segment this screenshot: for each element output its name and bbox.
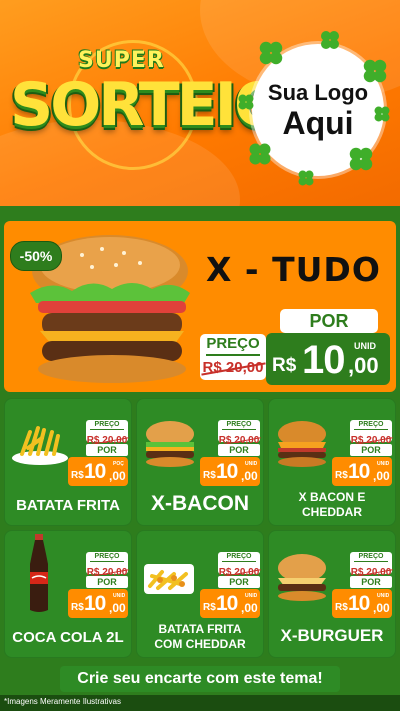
old-price-tag: PREÇO R$ 20,00	[350, 420, 392, 446]
unit-label: UNID	[113, 593, 126, 599]
header-stripe	[0, 206, 400, 214]
price-int: 10	[216, 592, 238, 615]
currency: R$	[272, 355, 297, 376]
price-box: R$ 10 UNID ,00	[332, 589, 392, 618]
product-name: X-BURGUER	[280, 626, 384, 645]
preco-label: PREÇO	[90, 552, 124, 562]
unit-label: UNID	[245, 593, 258, 599]
coke-bottle-image	[30, 534, 48, 612]
header-banner: SUPER SORTEIO Sua Logo Aqui	[0, 0, 400, 214]
cta-button[interactable]: Crie seu encarte com este tema!	[60, 666, 340, 692]
preco-label: PREÇO	[354, 420, 388, 430]
product-card-batata-frita[interactable]: PREÇO R$ 20,00 POR R$ 10 POÇ ,00 BATATA …	[4, 398, 132, 526]
product-card-batata-cheddar[interactable]: PREÇO R$ 20,00 POR R$ 10 UNID ,00 BATATA…	[136, 530, 264, 658]
clover-icon	[249, 143, 271, 165]
burger-image	[146, 421, 194, 467]
price-box: R$ 10 UNID ,00	[200, 457, 260, 486]
product-name: X BACON E CHEDDAR	[268, 490, 396, 520]
price-box: R$ 10 UNID ,00	[68, 589, 128, 618]
currency: R$	[335, 470, 348, 481]
product-name-line1: BATATA FRITA	[158, 622, 242, 636]
clover-icon	[349, 147, 373, 171]
preco-label: PREÇO	[354, 552, 388, 562]
footer-note: *Imagens Meramente Ilustrativas	[4, 697, 121, 706]
clover-icon	[238, 94, 254, 110]
old-price-tag: PREÇO R$ 20,00	[350, 552, 392, 578]
old-price: R$ 20,00	[202, 359, 264, 376]
unit-label: POÇ	[113, 461, 124, 467]
price-dec: ,00	[109, 601, 126, 615]
price-int: 10	[84, 460, 106, 483]
unit-label: UNID	[245, 461, 258, 467]
por-label: POR	[86, 444, 128, 456]
price-int: 10	[216, 460, 238, 483]
clover-icon	[259, 41, 283, 65]
currency: R$	[71, 602, 84, 613]
product-name: BATATA FRITA COM CHEDDAR	[136, 622, 264, 652]
price-int: 10	[348, 460, 370, 483]
price-dec: ,00	[373, 601, 390, 615]
por-label: POR	[350, 444, 392, 456]
price-box: R$ 10 UNID ,00	[332, 457, 392, 486]
price-dec: ,00	[241, 469, 258, 483]
fries-image	[12, 426, 68, 465]
unit-label: UNID	[377, 593, 390, 599]
por-label: POR	[218, 444, 260, 456]
product-name-line2: CHEDDAR	[302, 505, 362, 519]
clover-icon	[374, 106, 390, 122]
clover-icon	[363, 59, 387, 83]
currency: R$	[203, 602, 216, 613]
discount-badge: -50%	[10, 241, 62, 271]
price-dec: ,00	[348, 353, 379, 378]
clover-icon	[298, 170, 314, 186]
currency: R$	[203, 470, 216, 481]
unit-label: UNID	[377, 461, 390, 467]
product-name: COCA COLA 2L	[12, 629, 124, 646]
currency: R$	[335, 602, 348, 613]
preco-label: PREÇO	[222, 420, 256, 430]
product-card-x-burguer[interactable]: PREÇO R$ 20,00 POR R$ 10 UNID ,00 X-BURG…	[268, 530, 396, 658]
unit-label: UNID	[354, 341, 376, 351]
logo-line1: Sua Logo	[267, 80, 369, 105]
fries-cheddar-image	[144, 564, 194, 594]
price-dec: ,00	[241, 601, 258, 615]
price-dec: ,00	[109, 469, 126, 483]
old-price-tag: PREÇO R$ 20,00	[218, 552, 260, 578]
footer-bar: *Imagens Meramente Ilustrativas	[0, 695, 400, 711]
hero-price-box: R$ 10 UNID ,00	[266, 333, 390, 385]
clover-icon	[321, 31, 339, 49]
preco-label: PREÇO	[206, 334, 260, 356]
currency: R$	[71, 470, 84, 481]
hero-por-label: POR	[280, 309, 378, 333]
product-card-coca-cola[interactable]: PREÇO R$ 20,00 POR R$ 10 UNID ,00 COCA C…	[4, 530, 132, 658]
price-box: R$ 10 UNID ,00	[200, 589, 260, 618]
por-label: POR	[350, 576, 392, 588]
old-price-tag: PREÇO R$ 20,00	[86, 552, 128, 578]
por-label: POR	[86, 576, 128, 588]
preco-label: PREÇO	[90, 420, 124, 430]
product-name-line2: COM CHEDDAR	[154, 637, 246, 651]
burger-image	[278, 554, 326, 601]
product-card-x-bacon-cheddar[interactable]: PREÇO R$ 20,00 POR R$ 10 UNID ,00 X BACO…	[268, 398, 396, 526]
super-sorteio-logo: SUPER SORTEIO	[8, 40, 285, 170]
hero-title: X - TUDO	[206, 250, 381, 289]
price-int: 10	[84, 592, 106, 615]
price-box: R$ 10 POÇ ,00	[68, 457, 128, 486]
price-dec: ,00	[373, 469, 390, 483]
product-name: X-BACON	[151, 492, 249, 515]
old-price-tag: PREÇO R$ 20,00	[218, 420, 260, 446]
logo-line2: Aqui	[282, 105, 354, 141]
hero-old-price-tag: PREÇO R$ 20,00	[200, 334, 266, 380]
old-price-tag: PREÇO R$ 20,00	[86, 420, 128, 446]
burger-image	[278, 421, 326, 467]
product-card-x-bacon[interactable]: PREÇO R$ 20,00 POR R$ 10 UNID ,00 X-BACO…	[136, 398, 264, 526]
product-name-line1: X BACON E	[298, 490, 366, 504]
por-label: POR	[218, 576, 260, 588]
price-int: 10	[348, 592, 370, 615]
price-int: 10	[302, 338, 345, 382]
product-name: BATATA FRITA	[16, 497, 120, 514]
preco-label: PREÇO	[222, 552, 256, 562]
